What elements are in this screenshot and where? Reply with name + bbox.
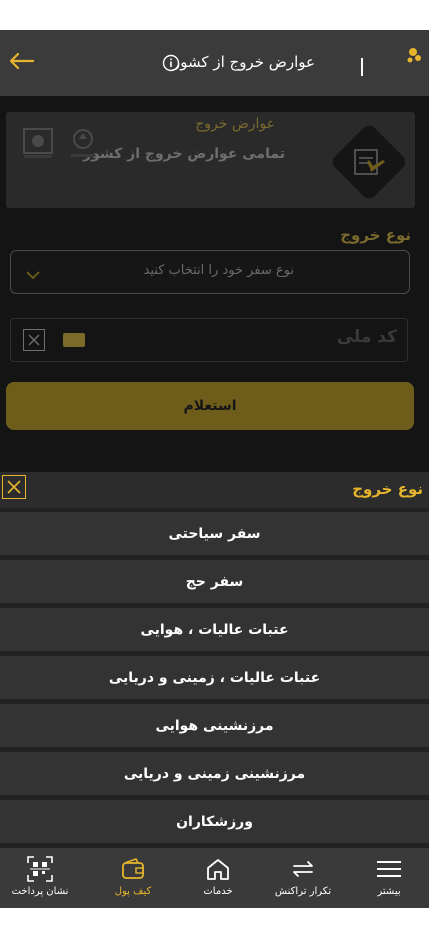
app-header: عوارض خروج از کشور ایوا xyxy=(0,30,429,96)
nav-label: کیف پول xyxy=(114,886,152,897)
inquiry-button-label: استعلام xyxy=(183,398,237,414)
bottom-nav: بیشتر تکرار تراکنش خدمات کیف پول نشان پر… xyxy=(0,848,429,908)
nav-item-more[interactable]: بیشتر xyxy=(349,848,429,908)
card-title: عوارض خروج xyxy=(195,116,275,132)
dropdown-placeholder: نوع سفر خود را انتخاب کنید xyxy=(143,263,294,278)
nav-label: بیشتر xyxy=(377,886,401,897)
sheet-header: نوع خروج xyxy=(0,472,429,508)
nav-item-wallet[interactable]: کیف پول xyxy=(93,848,173,908)
service-card: عوارض خروج تمامی عوارض خروج از کشور xyxy=(6,112,415,208)
national-code-field[interactable]: کد ملی xyxy=(10,318,408,362)
option-border-land-sea[interactable]: مرزنشینی زمینی و دریایی xyxy=(0,752,429,795)
option-border-air[interactable]: مرزنشینی هوایی xyxy=(0,704,429,747)
repeat-icon xyxy=(288,856,318,882)
exit-type-options: سفر سیاحتی سفر حج عتبات عالیات ، هوایی ع… xyxy=(0,512,429,848)
system-bottom-bar xyxy=(0,908,429,929)
inquiry-button[interactable]: استعلام xyxy=(6,382,414,430)
chevron-down-icon xyxy=(25,265,41,284)
qr-code-icon xyxy=(25,856,55,882)
exit-type-sheet: نوع خروج سفر سیاحتی سفر حج عتبات عالیات … xyxy=(0,472,429,848)
close-icon xyxy=(7,480,21,494)
nav-item-payment-id[interactable]: نشان پرداخت xyxy=(0,848,80,908)
option-athletes[interactable]: ورزشکاران xyxy=(0,800,429,843)
app-logo: ایوا xyxy=(324,44,421,82)
menu-icon xyxy=(374,856,404,882)
svg-text:ایوا: ایوا xyxy=(361,54,365,82)
option-atabat-air[interactable]: عتبات عالیات ، هوایی xyxy=(0,608,429,651)
nav-item-services[interactable]: خدمات xyxy=(178,848,258,908)
option-tourist-travel[interactable]: سفر سیاحتی xyxy=(0,512,429,555)
emblem-seal-icon xyxy=(20,126,56,160)
form-content: عوارض خروج تمامی عوارض خروج از کشور نوع … xyxy=(0,96,429,472)
nav-item-repeat-transaction[interactable]: تکرار تراکنش xyxy=(263,848,343,908)
exit-type-dropdown[interactable]: نوع سفر خود را انتخاب کنید xyxy=(10,250,410,294)
keyboard-icon[interactable] xyxy=(63,333,85,347)
app-screen: عوارض خروج از کشور ایوا عوارض خروج تمامی… xyxy=(0,0,429,929)
page-title: عوارض خروج از کشور xyxy=(173,53,315,71)
exit-type-label: نوع خروج xyxy=(340,226,411,244)
back-button[interactable] xyxy=(6,48,36,78)
arrow-left-icon xyxy=(8,52,35,74)
close-button[interactable] xyxy=(2,475,26,499)
option-hajj-travel[interactable]: سفر حج xyxy=(0,560,429,603)
sheet-title: نوع خروج xyxy=(352,480,423,498)
airplane-ticket-icon xyxy=(349,142,389,182)
national-code-placeholder: کد ملی xyxy=(336,327,397,347)
option-atabat-land-sea[interactable]: عتبات عالیات ، زمینی و دریایی xyxy=(0,656,429,699)
home-icon xyxy=(203,856,233,882)
card-subtitle: تمامی عوارض خروج از کشور xyxy=(83,146,285,162)
clear-icon[interactable] xyxy=(23,329,45,351)
nav-label: نشان پرداخت xyxy=(11,886,69,897)
nav-label: خدمات xyxy=(203,886,233,897)
bank-emblem-icon xyxy=(68,126,98,160)
info-icon[interactable] xyxy=(162,54,180,72)
status-bar xyxy=(0,0,429,30)
wallet-icon xyxy=(118,856,148,882)
nav-label: تکرار تراکنش xyxy=(274,886,332,897)
